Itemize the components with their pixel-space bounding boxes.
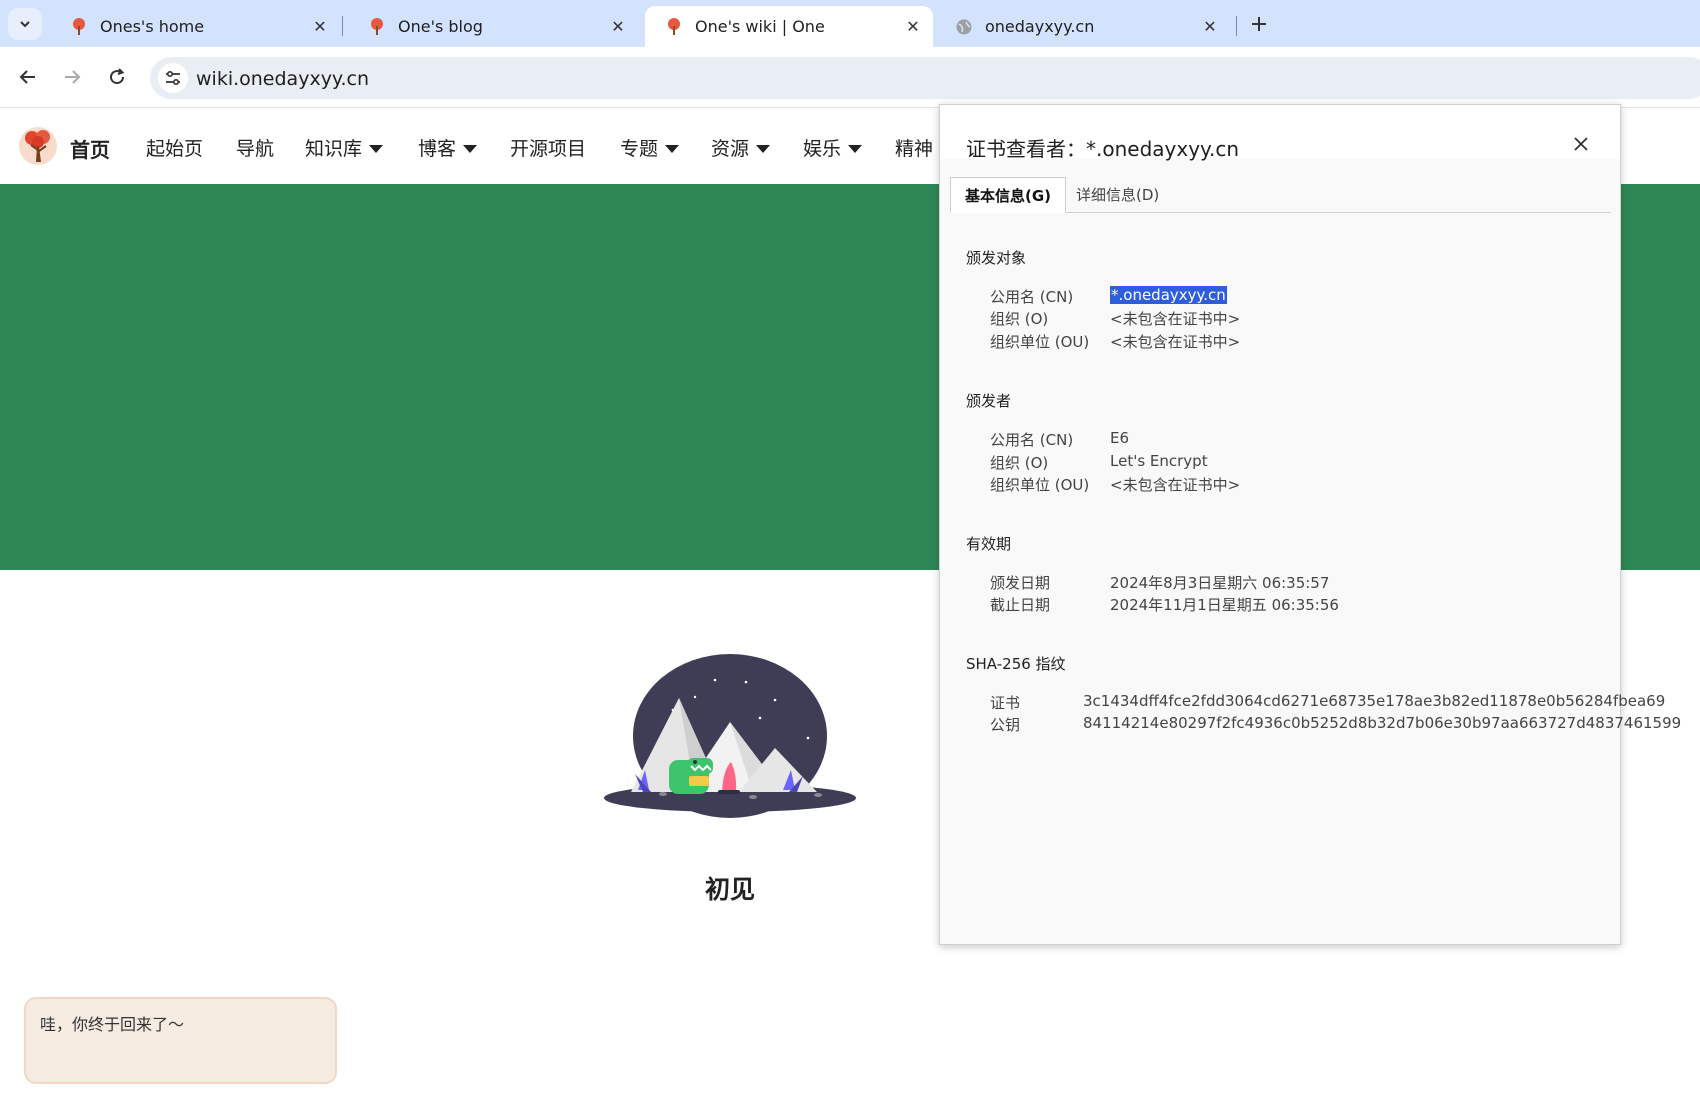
field-value: E6 bbox=[1110, 429, 1130, 447]
tree-favicon-icon bbox=[73, 17, 85, 35]
tab-ones-blog[interactable]: One's blog ✕ bbox=[348, 6, 638, 47]
field-label: 截止日期 bbox=[990, 596, 1051, 614]
close-icon[interactable]: ✕ bbox=[310, 16, 330, 36]
close-icon[interactable]: ✕ bbox=[608, 16, 628, 36]
tab-title: Ones's home bbox=[100, 17, 205, 36]
caret-down-icon bbox=[369, 144, 384, 153]
new-tab-button[interactable] bbox=[1245, 10, 1273, 38]
tab-search-button[interactable] bbox=[8, 8, 42, 40]
tab-ones-wiki[interactable]: One's wiki | One ✕ bbox=[645, 6, 933, 47]
chevron-down-icon bbox=[20, 21, 30, 28]
field-label: 证书 bbox=[990, 694, 1021, 712]
forward-button[interactable] bbox=[57, 62, 87, 92]
close-icon[interactable]: ✕ bbox=[1200, 16, 1220, 36]
nav-item-blog[interactable]: 博客 bbox=[418, 134, 478, 161]
caret-down-icon bbox=[665, 144, 680, 153]
tab-title: onedayxyy.cn bbox=[985, 17, 1095, 36]
tab-general[interactable]: 基本信息(G) bbox=[950, 177, 1067, 213]
section-heading: 有效期 bbox=[966, 535, 1012, 553]
arrow-left-icon bbox=[19, 70, 35, 84]
field-value: 2024年11月1日星期五 06:35:56 bbox=[1110, 596, 1339, 614]
field-label: 组织单位 (OU) bbox=[990, 476, 1090, 494]
reload-button[interactable] bbox=[102, 62, 132, 92]
nav-item-label: 博客 bbox=[418, 138, 457, 160]
url-text: wiki.onedayxyy.cn bbox=[196, 68, 369, 90]
nav-item-label: 专题 bbox=[620, 138, 659, 160]
section-heading: 颁发者 bbox=[966, 392, 1012, 410]
field-label: 颁发日期 bbox=[990, 574, 1051, 592]
arrow-right-icon bbox=[65, 70, 81, 84]
nav-item-topics[interactable]: 专题 bbox=[620, 134, 680, 161]
nav-item-entertainment[interactable]: 娱乐 bbox=[803, 134, 863, 161]
field-value: 3c1434dff4fce2fdd3064cd6271e68735e178ae3… bbox=[1083, 692, 1666, 710]
nav-item-label: 导航 bbox=[236, 138, 275, 160]
close-dialog-button[interactable] bbox=[1570, 133, 1592, 155]
field-label: 公用名 (CN) bbox=[990, 431, 1074, 449]
nav-item-navigation[interactable]: 导航 bbox=[236, 134, 274, 161]
field-value: <未包含在证书中> bbox=[1110, 476, 1241, 494]
section-heading: SHA-256 指纹 bbox=[966, 655, 1066, 673]
dialog-title: 证书查看者：*.onedayxyy.cn bbox=[966, 137, 1240, 161]
nav-home[interactable]: 首页 bbox=[70, 134, 110, 163]
nav-item-spirit[interactable]: 精神 bbox=[895, 134, 933, 161]
nav-item-label: 资源 bbox=[711, 138, 750, 160]
caret-down-icon bbox=[848, 144, 863, 153]
mascot-chat-bubble: 哇，你终于回来了〜 bbox=[24, 997, 337, 1084]
tab-divider bbox=[342, 16, 343, 36]
field-value-selected[interactable]: *.onedayxyy.cn bbox=[1110, 286, 1227, 304]
reload-icon bbox=[110, 68, 125, 85]
close-icon[interactable]: ✕ bbox=[903, 16, 923, 36]
welcome-title: 初见 bbox=[704, 875, 755, 904]
caret-down-icon bbox=[756, 144, 771, 153]
browser-toolbar: wiki.onedayxyy.cn bbox=[0, 47, 1700, 108]
tab-strip: Ones's home ✕ One's blog ✕ One's wiki | … bbox=[0, 0, 1700, 47]
field-value: 84114214e80297f2fc4936c0b5252d8b32d7b06e… bbox=[1083, 714, 1682, 732]
nav-item-resources[interactable]: 资源 bbox=[711, 134, 771, 161]
nav-item-start[interactable]: 起始页 bbox=[146, 134, 203, 161]
field-label: 组织 (O) bbox=[990, 454, 1049, 472]
field-label: 公用名 (CN) bbox=[990, 288, 1074, 306]
tab-title: One's blog bbox=[398, 17, 483, 36]
tree-favicon-icon bbox=[371, 17, 383, 35]
field-value: <未包含在证书中> bbox=[1110, 333, 1241, 351]
address-bar[interactable]: wiki.onedayxyy.cn bbox=[150, 57, 1700, 99]
field-label: 组织单位 (OU) bbox=[990, 333, 1090, 351]
certificate-viewer-dialog: 证书查看者：*.onedayxyy.cn 基本信息(G) 详细信息(D) 颁发对… bbox=[939, 104, 1681, 945]
nav-item-label: 精神 bbox=[895, 138, 934, 160]
section-heading: 颁发对象 bbox=[966, 249, 1027, 267]
plus-icon bbox=[1252, 17, 1266, 31]
chat-message: 哇，你终于回来了〜 bbox=[40, 1015, 185, 1034]
tree-logo-icon[interactable] bbox=[18, 126, 58, 166]
nav-item-knowledge[interactable]: 知识库 bbox=[305, 134, 384, 161]
tab-onedayxyy[interactable]: onedayxyy.cn ✕ bbox=[935, 6, 1230, 47]
field-label: 组织 (O) bbox=[990, 310, 1049, 328]
nav-item-label: 起始页 bbox=[146, 138, 204, 160]
nav-item-label: 娱乐 bbox=[803, 138, 842, 160]
field-value: <未包含在证书中> bbox=[1110, 310, 1241, 328]
globe-icon bbox=[956, 19, 972, 34]
tune-icon bbox=[166, 70, 180, 86]
nav-item-label: 开源项目 bbox=[510, 138, 587, 160]
dinosaur-mountain-illustration bbox=[604, 654, 856, 818]
tab-divider bbox=[1236, 16, 1237, 36]
tab-title: One's wiki | One bbox=[695, 17, 825, 36]
dialog-header: 证书查看者：*.onedayxyy.cn bbox=[940, 105, 1620, 161]
caret-down-icon bbox=[463, 144, 478, 153]
field-value: 2024年8月3日星期六 06:35:57 bbox=[1110, 574, 1330, 592]
nav-item-label: 知识库 bbox=[305, 138, 363, 160]
tab-ones-home[interactable]: Ones's home ✕ bbox=[50, 6, 340, 47]
field-label: 公钥 bbox=[990, 716, 1021, 734]
close-icon bbox=[1574, 137, 1588, 151]
cert-tab-bar: 基本信息(G) 详细信息(D) bbox=[950, 177, 1611, 213]
back-button[interactable] bbox=[13, 62, 43, 92]
tree-favicon-icon bbox=[668, 17, 680, 35]
site-info-button[interactable] bbox=[158, 63, 188, 93]
nav-item-opensource[interactable]: 开源项目 bbox=[510, 134, 586, 161]
tab-details[interactable]: 详细信息(D) bbox=[1062, 177, 1173, 213]
field-value: Let's Encrypt bbox=[1110, 452, 1208, 470]
